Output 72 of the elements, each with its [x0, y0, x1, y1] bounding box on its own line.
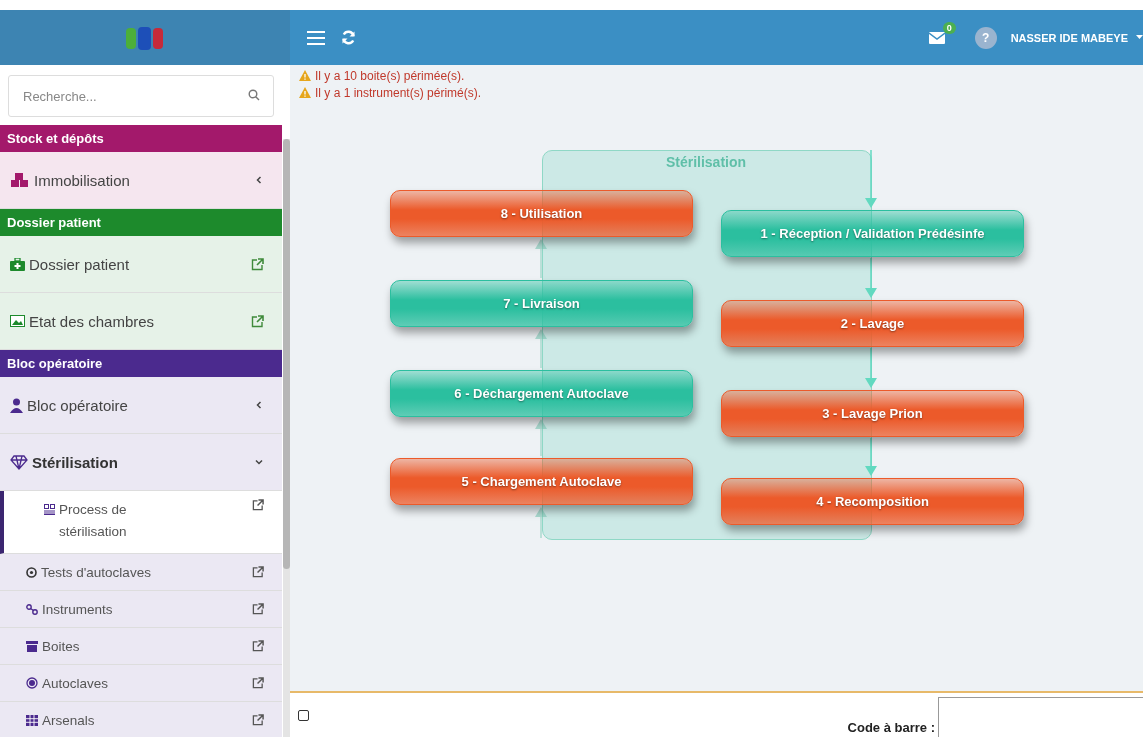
- user-menu[interactable]: NASSER IDE MABEYE: [1010, 31, 1128, 44]
- process-step[interactable]: 3 - Lavage Prion: [721, 390, 1024, 437]
- sidebar-item-label: Etat des chambres: [29, 312, 155, 330]
- connector-arrow: [535, 419, 547, 457]
- search-field[interactable]: Recherche...: [8, 75, 274, 117]
- connector-arrow: [865, 257, 877, 298]
- section-header: Stock et dépôts: [0, 125, 282, 152]
- process-step[interactable]: 5 - Chargement Autoclave: [390, 458, 693, 505]
- sidebar-item[interactable]: Bloc opératoire: [0, 377, 282, 434]
- submenu-label: Tests d'autoclaves: [41, 564, 151, 580]
- external-link-icon: [251, 314, 264, 328]
- archive-icon: [26, 640, 38, 652]
- gem-icon: [10, 454, 28, 470]
- external-link-icon: [251, 257, 264, 271]
- caret-icon: [1136, 35, 1143, 40]
- barcode-label: Code à barre :: [847, 720, 935, 735]
- section-header: Bloc opératoire: [0, 350, 282, 377]
- scrollbar[interactable]: [283, 139, 290, 737]
- medkit-icon: [10, 257, 25, 271]
- sidebar-item-label: Immobilisation: [34, 171, 130, 189]
- submenu-item[interactable]: Instruments: [0, 591, 282, 628]
- grid-icon: [44, 504, 55, 515]
- connector-arrow: [865, 149, 877, 208]
- submenu-label: Autoclaves: [42, 675, 109, 691]
- warning-icon: [299, 70, 311, 81]
- external-link-icon: [252, 714, 264, 726]
- alert-message: Il y a 1 instrument(s) périmé(s).: [315, 85, 482, 100]
- sidebar-item-label: Bloc opératoire: [27, 396, 128, 414]
- alert-message: Il y a 10 boite(s) périmée(s).: [315, 68, 465, 83]
- sidebar-item[interactable]: Dossier patient: [0, 236, 282, 293]
- target-icon: [26, 566, 37, 578]
- submenu-label: Arsenals: [42, 712, 95, 728]
- submenu-item[interactable]: Boites: [0, 628, 282, 665]
- barcode-field[interactable]: [938, 697, 1143, 737]
- external-link-icon: [252, 499, 264, 511]
- connector-arrow: [535, 239, 547, 279]
- submenu-label: Process de stérilisation: [59, 501, 128, 541]
- checkbox[interactable]: [298, 709, 309, 721]
- connector-arrow: [535, 329, 547, 369]
- chain-icon: [26, 603, 38, 615]
- submenu-item[interactable]: Autoclaves: [0, 665, 282, 702]
- logo-icon: [125, 24, 165, 51]
- external-link-icon: [252, 640, 264, 652]
- mail-icon[interactable]: [928, 31, 945, 44]
- radio-dot-icon: [26, 677, 38, 689]
- submenu-label: Instruments: [42, 601, 113, 617]
- user-icon: [10, 397, 23, 413]
- process-step[interactable]: 4 - Recomposition: [721, 478, 1024, 525]
- process-step[interactable]: 2 - Lavage: [721, 300, 1024, 347]
- sidebar-item-label: Dossier patient: [29, 255, 130, 273]
- warning-icon: [299, 87, 311, 98]
- refresh-icon[interactable]: [341, 30, 356, 45]
- cubes-icon: [10, 172, 30, 188]
- connector-arrow: [865, 437, 877, 476]
- connector-arrow: [535, 507, 547, 539]
- grid-icon: [26, 714, 38, 726]
- submenu-item[interactable]: Tests d'autoclaves: [0, 554, 282, 591]
- connector-arrow: [865, 347, 877, 388]
- sidebar-item-label: Stérilisation: [32, 453, 118, 471]
- group-title: Stérilisation: [664, 154, 748, 170]
- external-link-icon: [252, 677, 264, 689]
- external-link-icon: [252, 603, 264, 615]
- process-step[interactable]: 8 - Utilisation: [390, 190, 693, 237]
- submenu-item[interactable]: Process de stérilisation: [0, 491, 282, 554]
- menu-icon[interactable]: [307, 30, 325, 45]
- submenu-label: Boites: [42, 638, 80, 654]
- section-header: Dossier patient: [0, 209, 282, 236]
- notification-badge: 0: [942, 21, 956, 34]
- search-icon: [248, 89, 260, 101]
- submenu-item[interactable]: Arsenals: [0, 702, 282, 737]
- image-icon: [10, 315, 25, 327]
- external-link-icon: [252, 566, 264, 578]
